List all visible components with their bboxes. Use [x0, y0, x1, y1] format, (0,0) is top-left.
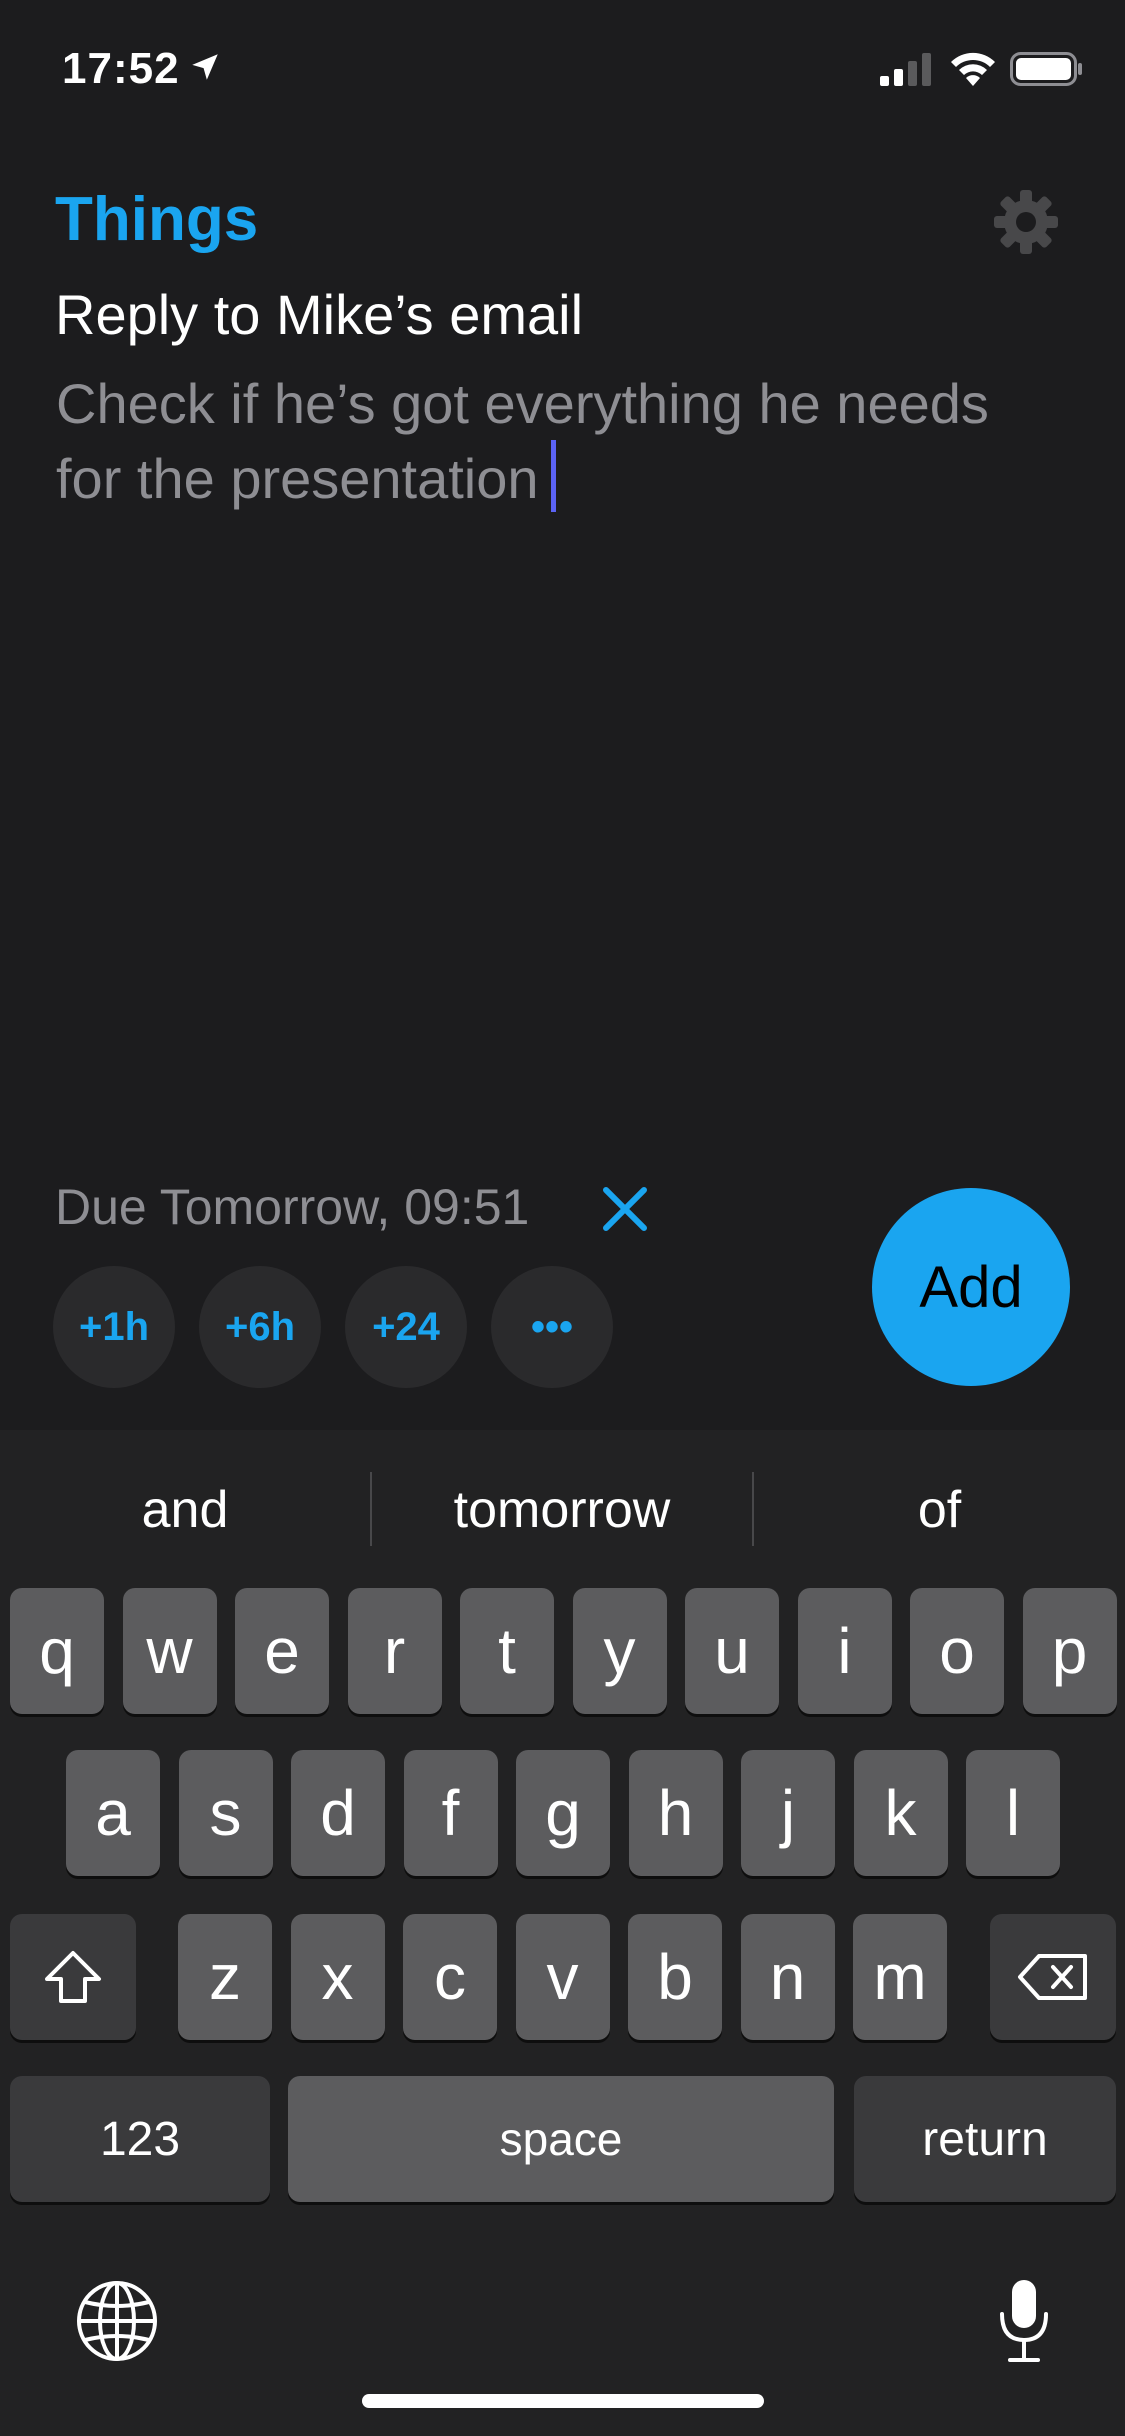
- wifi-icon: [951, 52, 995, 86]
- plus-6h-button[interactable]: +6h: [199, 1266, 321, 1388]
- suggestion-and[interactable]: and: [0, 1430, 370, 1590]
- key-u[interactable]: u: [685, 1588, 779, 1714]
- key-n[interactable]: n: [740, 1914, 835, 2040]
- app-title: Things: [55, 185, 259, 254]
- key-p[interactable]: p: [1022, 1588, 1117, 1714]
- key-q[interactable]: q: [10, 1588, 104, 1714]
- key-o[interactable]: o: [910, 1588, 1004, 1714]
- backspace-icon: [1018, 1954, 1087, 2000]
- add-button[interactable]: Add: [872, 1188, 1070, 1386]
- key-x[interactable]: x: [290, 1914, 385, 2040]
- keyboard: and tomorrow of qwertyuiop asdfghjkl zxc…: [0, 1430, 1125, 2436]
- key-m[interactable]: m: [853, 1914, 947, 2040]
- plus-1h-button[interactable]: +1h: [53, 1266, 175, 1388]
- microphone-icon[interactable]: [996, 2278, 1052, 2364]
- key-c[interactable]: c: [403, 1914, 497, 2040]
- key-y[interactable]: y: [572, 1588, 667, 1714]
- suggestion-bar: and tomorrow of: [0, 1430, 1125, 1590]
- key-l[interactable]: l: [966, 1750, 1060, 1876]
- key-s[interactable]: s: [178, 1750, 273, 1876]
- key-a[interactable]: a: [66, 1750, 160, 1876]
- key-h[interactable]: h: [628, 1750, 723, 1876]
- gear-icon[interactable]: [992, 188, 1060, 256]
- key-v[interactable]: v: [515, 1914, 610, 2040]
- key-t[interactable]: t: [460, 1588, 554, 1714]
- key-k[interactable]: k: [853, 1750, 948, 1876]
- suggestion-tomorrow[interactable]: tomorrow: [372, 1430, 752, 1590]
- task-notes-field[interactable]: Check if he’s got everything he needs fo…: [56, 368, 1066, 515]
- task-notes-text: Check if he’s got everything he needs fo…: [56, 372, 989, 510]
- key-g[interactable]: g: [516, 1750, 610, 1876]
- shift-icon: [45, 1951, 101, 2003]
- backspace-key[interactable]: [990, 1914, 1116, 2040]
- due-date-label[interactable]: Due Tomorrow, 09:51: [55, 1178, 529, 1236]
- numbers-key[interactable]: 123: [10, 2076, 270, 2202]
- home-indicator: [362, 2394, 764, 2408]
- globe-icon[interactable]: [74, 2278, 160, 2364]
- signal-icon: [880, 53, 931, 86]
- battery-icon: [1010, 52, 1082, 86]
- close-icon[interactable]: [598, 1182, 652, 1236]
- more-button[interactable]: •••: [491, 1266, 613, 1388]
- space-key[interactable]: space: [288, 2076, 834, 2202]
- key-w[interactable]: w: [122, 1588, 217, 1714]
- status-bar: 17:52: [0, 0, 1125, 140]
- key-f[interactable]: f: [403, 1750, 498, 1876]
- return-key[interactable]: return: [854, 2076, 1116, 2202]
- key-e[interactable]: e: [235, 1588, 329, 1714]
- key-j[interactable]: j: [741, 1750, 835, 1876]
- task-title-field[interactable]: Reply to Mike’s email: [55, 282, 583, 347]
- shift-key[interactable]: [10, 1914, 136, 2040]
- key-d[interactable]: d: [291, 1750, 385, 1876]
- key-z[interactable]: z: [178, 1914, 272, 2040]
- key-b[interactable]: b: [628, 1914, 722, 2040]
- status-time: 17:52: [62, 44, 180, 93]
- key-i[interactable]: i: [797, 1588, 892, 1714]
- location-arrow-icon: [192, 54, 218, 80]
- suggestion-of[interactable]: of: [754, 1430, 1125, 1590]
- plus-24-button[interactable]: +24: [345, 1266, 467, 1388]
- text-cursor: [550, 440, 556, 512]
- key-r[interactable]: r: [347, 1588, 442, 1714]
